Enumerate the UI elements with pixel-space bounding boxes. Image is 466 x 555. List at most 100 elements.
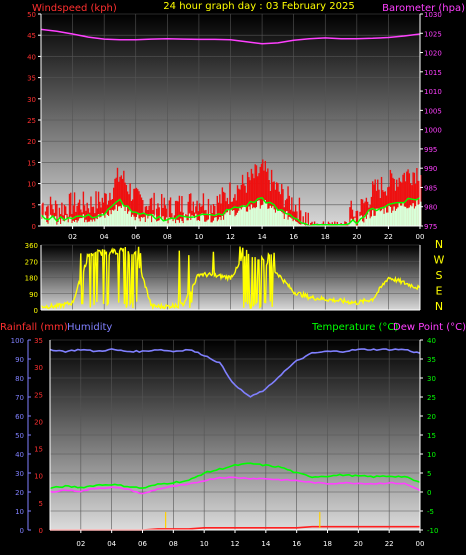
x-tick-label: 08 xyxy=(169,540,178,548)
rainfall-axis-label: Rainfall (mm) xyxy=(0,322,68,333)
wind-y-tick-label: 10 xyxy=(27,181,36,189)
wind-average-bar xyxy=(77,220,80,226)
humidity-y-tick-label: 70 xyxy=(15,394,24,402)
wind-average-bar xyxy=(366,214,369,226)
wind-average-bar xyxy=(293,219,296,226)
wind-average-bar xyxy=(116,210,119,226)
wind-average-bar xyxy=(198,221,201,226)
wind-average-bar xyxy=(48,216,50,226)
x-tick-label: 04 xyxy=(100,233,109,241)
dewpoint-axis-label: Dew Point (°C) xyxy=(393,322,466,333)
wind-average-bar xyxy=(124,211,126,226)
x-tick-label: 00 xyxy=(416,233,425,241)
wind-average-bar xyxy=(113,210,115,226)
wind-average-bar xyxy=(408,207,411,226)
wind-average-bar xyxy=(294,221,297,226)
x-tick-label: 18 xyxy=(323,540,332,548)
wind-average-bar xyxy=(207,219,210,226)
wind-average-bar xyxy=(377,208,379,226)
wind-average-bar xyxy=(86,222,88,226)
wind-y-tick-label: 35 xyxy=(27,75,36,83)
wind-y-tick-label: 0 xyxy=(32,223,36,231)
temp-y-tick-label: 5 xyxy=(427,470,431,478)
wind-average-bar xyxy=(407,208,409,226)
wind-average-bar xyxy=(119,206,121,226)
wind-average-bar xyxy=(409,205,412,226)
wind-y-tick-label: 50 xyxy=(27,11,36,19)
wind-average-bar xyxy=(404,206,407,226)
wind-average-bar xyxy=(172,221,174,226)
x-tick-label: 16 xyxy=(292,540,301,548)
wind-average-bar xyxy=(134,220,136,226)
wind-average-bar xyxy=(292,221,294,226)
wind-average-bar xyxy=(126,213,129,226)
wind-average-bar xyxy=(385,212,388,226)
wind-average-bar xyxy=(371,210,374,226)
rain-y-tick-label: 35 xyxy=(34,337,43,345)
wind-average-bar xyxy=(274,212,277,226)
direction-y-tick-label: 0 xyxy=(34,307,38,315)
x-tick-label: 02 xyxy=(76,540,85,548)
temp-y-tick-label: 15 xyxy=(427,432,436,440)
baro-y-tick-label: 1030 xyxy=(424,11,442,19)
x-tick-label: 14 xyxy=(261,540,270,548)
x-tick-label: 08 xyxy=(163,233,172,241)
wind-average-bar xyxy=(401,205,403,226)
temp-y-tick-label: 40 xyxy=(427,337,436,345)
wind-average-bar xyxy=(139,221,141,226)
rain-y-tick-label: 30 xyxy=(34,364,43,372)
wind-average-bar xyxy=(417,204,419,226)
wind-average-bar xyxy=(255,207,258,226)
wind-average-bar xyxy=(248,206,250,226)
wind-average-bar xyxy=(145,215,148,226)
wind-average-bar xyxy=(114,209,116,226)
wind-average-bar xyxy=(227,209,230,226)
wind-average-bar xyxy=(107,216,110,226)
wind-average-bar xyxy=(233,210,235,226)
wind-average-bar xyxy=(365,218,368,226)
wind-average-bar xyxy=(241,207,244,226)
x-tick-label: 16 xyxy=(289,233,298,241)
wind-average-bar xyxy=(179,218,182,226)
rain-y-tick-label: 25 xyxy=(34,391,43,399)
wind-average-bar xyxy=(205,221,207,226)
weather-graph: Windspeed (kph) 24 hour graph day : 03 F… xyxy=(0,1,466,548)
wind-average-bar xyxy=(181,221,183,226)
wind-average-bar xyxy=(273,209,275,226)
rain-y-tick-label: 0 xyxy=(39,527,43,535)
wind-average-bar xyxy=(220,220,222,226)
wind-average-bar xyxy=(229,214,231,226)
wind-average-bar xyxy=(164,221,167,226)
compass-n-label: N xyxy=(435,300,443,313)
wind-average-bar xyxy=(268,208,270,226)
wind-average-bar xyxy=(58,218,61,226)
wind-average-bar xyxy=(52,217,54,226)
wind-average-bar xyxy=(202,215,205,226)
wind-average-bar xyxy=(115,204,117,226)
wind-y-tick-label: 25 xyxy=(27,117,36,125)
compass-s-label: S xyxy=(436,269,443,282)
wind-average-bar xyxy=(206,220,208,226)
rain-y-tick-label: 10 xyxy=(34,473,43,481)
wind-average-bar xyxy=(65,215,67,226)
wind-y-tick-label: 45 xyxy=(27,32,36,40)
direction-y-tick-label: 180 xyxy=(25,275,38,283)
wind-average-bar xyxy=(363,222,365,226)
wind-gust-bar xyxy=(174,200,177,226)
baro-y-tick-label: 985 xyxy=(424,184,437,192)
baro-y-tick-label: 990 xyxy=(424,165,437,173)
wind-average-bar xyxy=(373,215,375,226)
wind-gust-bar xyxy=(150,197,153,226)
humidity-y-tick-label: 10 xyxy=(15,508,24,516)
wind-average-bar xyxy=(360,215,363,226)
wind-average-bar xyxy=(403,206,405,226)
wind-average-bar xyxy=(137,214,139,226)
wind-average-bar xyxy=(106,214,109,226)
wind-average-bar xyxy=(99,217,101,226)
rain-y-tick-label: 20 xyxy=(34,418,43,426)
wind-average-bar xyxy=(90,219,92,226)
wind-average-bar xyxy=(166,217,168,226)
wind-average-bar xyxy=(44,215,47,226)
wind-average-bar xyxy=(81,218,83,226)
baro-y-tick-label: 1025 xyxy=(424,30,442,38)
